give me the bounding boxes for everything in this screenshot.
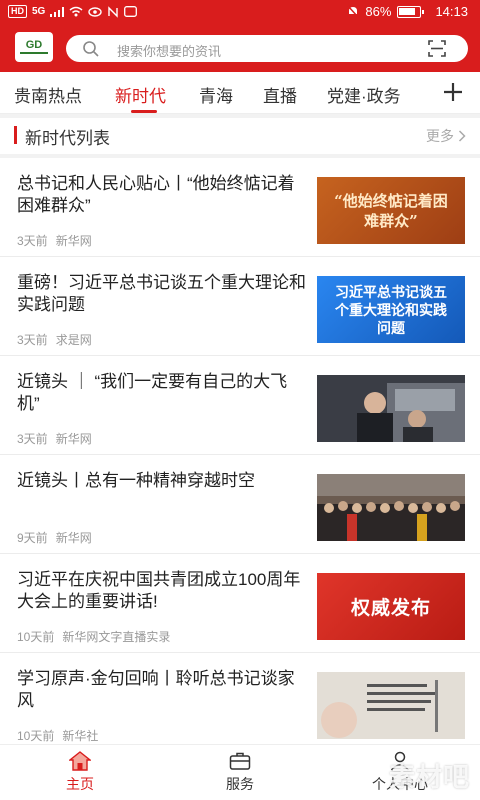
search-bar[interactable]: 搜索你想要的资讯: [66, 35, 468, 62]
article-thumbnail: [317, 672, 465, 739]
article-title: 近镜头 ｜ “我们一定要有自己的大飞机”: [17, 372, 288, 413]
tab-new-era[interactable]: 新时代: [115, 82, 166, 107]
thumbnail-caption: 权威发布: [350, 598, 431, 619]
home-icon: [69, 751, 91, 771]
channel-tabs: 贵南热点 新时代 青海 直播 党建·政务: [0, 72, 480, 114]
article-source: 新华网: [55, 531, 92, 545]
scan-icon[interactable]: [428, 40, 446, 57]
section-accent-bar: [14, 126, 17, 144]
search-icon: [83, 41, 99, 57]
article-thumbnail: “他始终惦记着困难群众”: [317, 177, 465, 244]
active-tab-indicator: [131, 110, 157, 113]
calligraphy-photo-icon: [317, 672, 465, 739]
nav-home-label: 主页: [66, 776, 94, 792]
nfc-icon: [108, 5, 119, 18]
watermark: 素材吧: [388, 762, 470, 792]
eye-icon: [88, 6, 103, 17]
article-time: 10天前: [17, 729, 55, 743]
article-title: 学习原声·金句回响丨聆听总书记谈家风: [17, 669, 295, 710]
tab-qinghai[interactable]: 青海: [199, 82, 233, 107]
thumbnail-caption: “他始终惦记着困难群众”: [334, 191, 448, 230]
logo-mark: GD: [25, 39, 43, 51]
article-thumbnail: 习近平总书记谈五个重大理论和实践问题: [317, 276, 465, 343]
article-source: 新华网: [55, 432, 92, 446]
section-title: 新时代列表: [25, 129, 110, 148]
cockpit-photo-icon: [317, 375, 465, 442]
article-item[interactable]: 近镜头 ｜ “我们一定要有自己的大飞机” 3天前 新华网: [0, 356, 480, 455]
clock: 14:13: [435, 4, 468, 19]
thumbnail-caption: 习近平总书记谈五个重大理论和实践问题: [335, 283, 447, 336]
tab-live[interactable]: 直播: [263, 82, 297, 107]
article-time: 10天前: [17, 630, 55, 644]
crowd-photo-icon: [317, 474, 465, 541]
signal-indicator: 5G: [32, 6, 46, 17]
article-source: 新华网: [55, 234, 92, 248]
article-source: 新华社: [62, 729, 99, 743]
article-time: 3天前: [17, 333, 48, 347]
app-header: HD 5G 86% 14:13 GD 搜索你想要的资讯: [0, 0, 480, 72]
article-item[interactable]: 总书记和人民心贴心丨“他始终惦记着困难群众” 3天前 新华网 “他始终惦记着困难群…: [0, 158, 480, 257]
app-logo[interactable]: GD: [15, 32, 53, 62]
wifi-icon: [69, 6, 83, 17]
tab-guinan-hot[interactable]: 贵南热点: [14, 82, 82, 107]
message-icon: [124, 6, 138, 17]
article-source: 新华网文字直播实录: [62, 630, 171, 644]
tab-party-affairs[interactable]: 党建·政务: [327, 82, 401, 107]
mute-bell-icon: [347, 5, 359, 18]
nav-services-label: 服务: [226, 776, 254, 792]
article-thumbnail: [317, 474, 465, 541]
search-placeholder: 搜索你想要的资讯: [117, 44, 222, 59]
more-label: 更多: [426, 128, 454, 144]
article-title: 重磅！习近平总书记谈五个重大理论和实践问题: [17, 273, 306, 314]
article-meta: 3天前 新华网: [17, 430, 92, 447]
article-item[interactable]: 习近平在庆祝中国共青团成立100周年大会上的重要讲话! 10天前 新华网文字直播实…: [0, 554, 480, 653]
briefcase-icon: [229, 752, 251, 770]
article-thumbnail: [317, 375, 465, 442]
article-time: 9天前: [17, 531, 48, 545]
network-indicator: HD: [8, 5, 27, 18]
article-title: 习近平在庆祝中国共青团成立100周年大会上的重要讲话!: [17, 570, 301, 611]
signal-bars-icon: [50, 6, 65, 17]
article-source: 求是网: [55, 333, 92, 347]
nav-services[interactable]: 服务: [200, 751, 280, 794]
article-item[interactable]: 近镜头丨总有一种精神穿越时空 9天前 新华网: [0, 455, 480, 554]
article-time: 3天前: [17, 234, 48, 248]
article-title: 总书记和人民心贴心丨“他始终惦记着困难群众”: [17, 174, 295, 215]
chevron-right-icon: [458, 130, 466, 142]
article-title: 近镜头丨总有一种精神穿越时空: [17, 471, 255, 490]
nav-home[interactable]: 主页: [40, 751, 120, 794]
battery-icon: [397, 5, 425, 18]
add-channel-icon[interactable]: [442, 81, 464, 103]
more-link[interactable]: 更多: [426, 126, 466, 146]
article-item[interactable]: 重磅！习近平总书记谈五个重大理论和实践问题 3天前 求是网 习近平总书记谈五个重大…: [0, 257, 480, 356]
logo-stripe-icon: [20, 52, 48, 54]
article-meta: 3天前 求是网: [17, 331, 92, 348]
article-time: 3天前: [17, 432, 48, 446]
section-header: 新时代列表 更多: [0, 118, 480, 154]
article-item[interactable]: 学习原声·金句回响丨聆听总书记谈家风 10天前 新华社: [0, 653, 480, 752]
article-thumbnail: 权威发布: [317, 573, 465, 640]
article-meta: 3天前 新华网: [17, 232, 92, 249]
battery-percent: 86%: [365, 4, 392, 19]
article-meta: 10天前 新华网文字直播实录: [17, 628, 170, 645]
article-meta: 10天前 新华社: [17, 727, 98, 744]
article-meta: 9天前 新华网: [17, 529, 92, 546]
status-bar: HD 5G 86% 14:13: [0, 0, 480, 26]
